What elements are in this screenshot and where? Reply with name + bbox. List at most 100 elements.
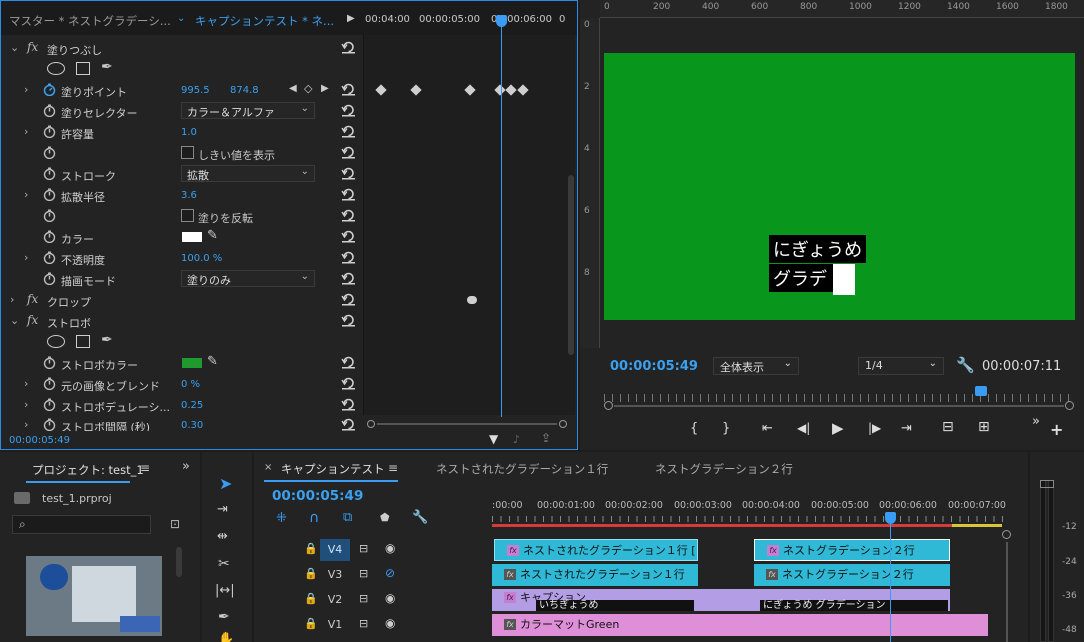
go-to-out-icon[interactable]: ⇥ [901,421,912,436]
stopwatch-icon[interactable] [43,167,56,180]
tolerance-value[interactable]: 1.0 [181,127,197,138]
ripple-edit-tool-icon[interactable]: ⇹ [217,529,228,544]
ellipse-mask-icon[interactable] [47,335,65,348]
stroke-dropdown[interactable]: 拡散 ⌄ [181,165,315,182]
stopwatch-active-icon[interactable] [43,83,56,96]
stopwatch-icon[interactable] [43,209,56,222]
prev-keyframe-icon[interactable]: ◀ [289,83,297,94]
scroll-handle-left[interactable] [604,401,613,410]
project-search-input[interactable]: ⌕ [12,515,151,534]
resolution-dropdown[interactable]: 1/4 ⌄ [858,357,944,375]
rectangle-mask-icon[interactable] [76,62,90,75]
panel-menu-icon[interactable]: ≡ [140,461,150,475]
reset-icon[interactable] [341,83,356,96]
keyframe[interactable] [505,84,517,96]
lock-icon[interactable]: 🔒 [304,567,318,580]
project-panel-title[interactable]: プロジェクト: test_1 [32,462,144,478]
filter-icon[interactable]: ▼ [489,432,498,446]
step-back-icon[interactable]: ◀| [797,421,810,435]
zoom-dropdown[interactable]: 全体表示 ⌄ [713,357,799,375]
reset-icon[interactable] [341,293,356,306]
keyframe[interactable] [464,84,476,96]
eyedropper-icon[interactable]: ✎ [207,354,218,369]
keyframe[interactable] [494,84,506,96]
chevron-down-icon[interactable]: ⌄ [10,314,19,327]
eye-icon[interactable]: ◉ [385,616,395,630]
timeline-ruler[interactable]: :00:00 00:00:01:00 00:00:02:00 00:00:03:… [492,496,1006,530]
go-to-in-icon[interactable]: ⇤ [762,421,773,436]
fill-effect-header[interactable]: ⌄ fx 塗りつぶし [1,38,361,59]
new-bin-icon[interactable]: ⊡ [170,517,180,531]
color-swatch-white[interactable] [182,232,202,242]
panel-menu-icon[interactable]: ≡ [388,461,398,475]
timeline-settings-icon[interactable]: 🔧 [412,510,428,525]
add-keyframe-icon[interactable]: ◇ [304,82,312,95]
crop-effect-header[interactable]: › fx クロップ [1,290,361,311]
fx-horizontal-scrollbar[interactable] [367,420,567,428]
stopwatch-icon[interactable] [43,251,56,264]
close-tab-icon[interactable]: × [264,462,272,473]
paint-mode-dropdown[interactable]: 塗りのみ ⌄ [181,270,315,287]
pen-mask-icon[interactable]: ✒ [101,59,113,75]
rectangle-mask-icon[interactable] [76,335,90,348]
stopwatch-icon[interactable] [43,377,56,390]
strobe-interval-value[interactable]: 0.30 [181,420,203,431]
eyedropper-icon[interactable]: ✎ [207,228,218,243]
clip-v1-color-matte[interactable]: fx カラーマットGreen [492,614,988,636]
timeline-tab-active[interactable]: キャプションテスト [281,461,385,477]
eye-icon[interactable]: ◉ [385,591,395,605]
extract-icon[interactable]: ⊞ [978,419,990,435]
program-video-frame[interactable]: にぎょうめ グラデ [604,53,1075,320]
fx-icon[interactable]: fx [27,313,38,327]
reset-icon[interactable] [341,398,356,411]
chevron-right-icon[interactable]: › [24,418,28,431]
lock-icon[interactable]: 🔒 [304,617,318,630]
fx-icon[interactable]: fx [27,40,38,54]
chevron-right-icon[interactable]: › [24,398,28,411]
chevron-right-icon[interactable]: › [24,125,28,138]
fx-icon[interactable]: fx [27,292,38,306]
clip-v4-nested-1line[interactable]: fx ネストされたグラデーション１行 [ [494,539,698,561]
reset-icon[interactable] [341,125,356,138]
program-scrubber[interactable] [604,384,1074,414]
stopwatch-icon[interactable] [43,104,56,117]
lift-icon[interactable]: ⊟ [942,419,954,435]
play-only-icon[interactable]: ▶ [347,13,355,24]
loop-audio-icon[interactable]: ♪ [513,433,520,446]
opacity-value[interactable]: 100.0 % [181,253,222,264]
timeline-tab-2[interactable]: ネストされたグラデーション１行 [436,461,608,477]
eye-icon[interactable]: ◉ [385,541,395,555]
chevron-down-icon[interactable]: ⌄ [177,13,185,24]
project-scrollbar[interactable] [176,547,182,577]
chevron-right-icon[interactable]: › [10,293,14,306]
ellipse-mask-icon[interactable] [47,62,65,75]
timeline-timecode[interactable]: 00:00:05:49 [272,488,363,504]
more-panels-icon[interactable]: » [182,459,190,474]
fx-footer-timecode[interactable]: 00:00:05:49 [9,435,70,446]
color-swatch-green[interactable] [182,358,202,368]
lock-icon[interactable]: 🔒 [304,592,318,605]
stopwatch-icon[interactable] [43,230,56,243]
track-target-v3[interactable]: V3 [320,564,350,586]
track-target-v4[interactable]: V4 [320,539,350,561]
reset-icon[interactable] [341,209,356,222]
timeline-vscroll-track[interactable] [1006,542,1008,642]
track-select-tool-icon[interactable]: ⇥ [217,502,228,517]
nest-toggle-icon[interactable]: ⁜ [276,511,287,526]
chevron-right-icon[interactable]: › [24,251,28,264]
caption-line-1[interactable]: にぎょうめ [769,235,867,263]
export-icon[interactable]: ⇪ [541,431,551,445]
reset-icon[interactable] [341,146,356,159]
timeline-playhead-handle[interactable] [885,512,896,524]
spread-radius-value[interactable]: 3.6 [181,190,197,201]
track-target-v1[interactable]: V1 [320,614,350,636]
clip-v2-caption[interactable]: fx キャプション いちぎょうめ にぎょうめ グラデーション [492,589,950,611]
hand-tool-icon[interactable]: ✋ [218,632,234,642]
reset-icon[interactable] [341,230,356,243]
fill-selector-dropdown[interactable]: カラー＆アルファ ⌄ [181,102,315,119]
blend-value[interactable]: 0 % [181,379,200,390]
track-header-v3[interactable]: 🔒 V3 ⊟ ⊘ [254,563,492,587]
stopwatch-icon[interactable] [43,272,56,285]
keyframe[interactable] [375,84,387,96]
stopwatch-icon[interactable] [43,418,56,431]
